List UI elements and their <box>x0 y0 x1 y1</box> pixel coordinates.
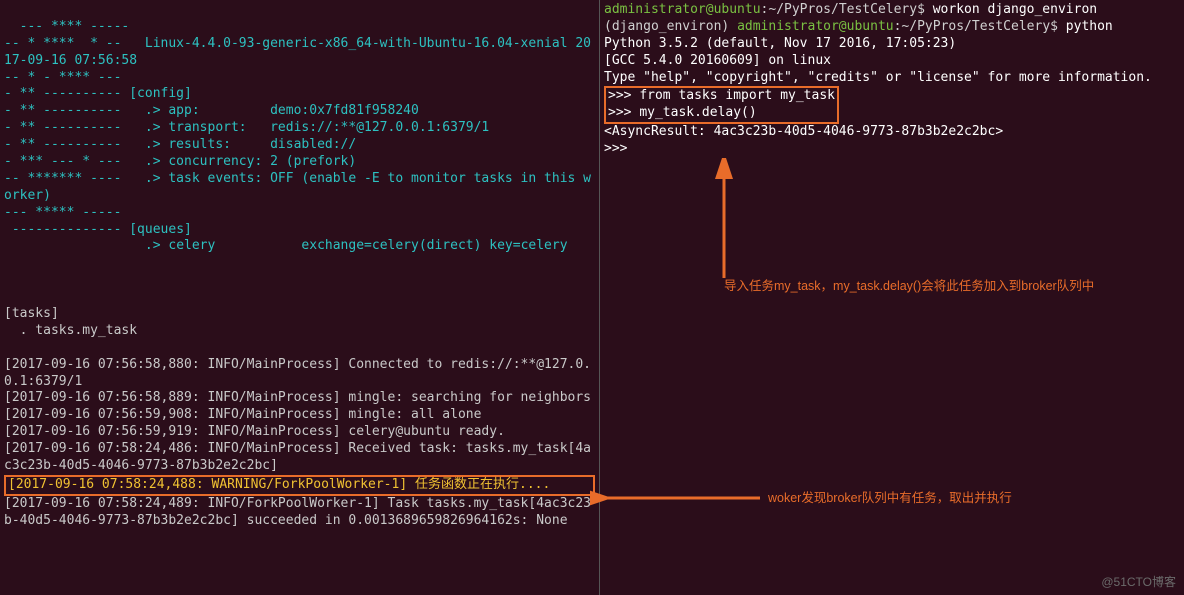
prompt-path: :~/PyPros/TestCelery$ <box>761 2 933 17</box>
log-line-received: [2017-09-16 07:58:24,486: INFO/MainProce… <box>4 441 591 473</box>
highlight-warning-box: [2017-09-16 07:58:24,488: WARNING/ForkPo… <box>4 475 595 496</box>
prompt-user: administrator@ubuntu <box>604 2 761 17</box>
watermark: @51CTO博客 <box>1101 575 1176 591</box>
cmd-workon: workon django_environ <box>933 2 1097 17</box>
log-line: [2017-09-16 07:56:59,908: INFO/MainProce… <box>4 407 481 422</box>
log-line: [2017-09-16 07:56:58,880: INFO/MainProce… <box>4 357 591 389</box>
cmd-python: python <box>1066 19 1113 34</box>
prompt-user: administrator@ubuntu <box>737 19 894 34</box>
celery-banner: --- **** ----- -- * **** * -- Linux-4.4.… <box>4 19 591 254</box>
log-line: [2017-09-16 07:56:58,889: INFO/MainProce… <box>4 390 591 405</box>
prompt-path: :~/PyPros/TestCelery$ <box>894 19 1066 34</box>
annotation-import: 导入任务my_task，my_task.delay()会将此任务加入到broke… <box>724 278 1094 294</box>
async-result: <AsyncResult: 4ac3c23b-40d5-4046-9773-87… <box>604 124 1003 139</box>
log-line-succeeded: [2017-09-16 07:58:24,489: INFO/ForkPoolW… <box>4 496 591 528</box>
venv-prefix: (django_environ) <box>604 19 737 34</box>
py-prompt: >>> <box>608 105 639 120</box>
python-version: Python 3.5.2 (default, Nov 17 2016, 17:0… <box>604 36 1152 85</box>
py-prompt: >>> <box>608 88 639 103</box>
tasks-list: . tasks.my_task <box>4 323 137 338</box>
log-line: [2017-09-16 07:56:59,919: INFO/MainProce… <box>4 424 505 439</box>
py-import-line: from tasks import my_task <box>639 88 835 103</box>
python-repl-terminal[interactable]: administrator@ubuntu:~/PyPros/TestCelery… <box>599 0 1184 595</box>
highlight-repl-box: >>> from tasks import my_task >>> my_tas… <box>604 86 839 124</box>
arrow-up-icon <box>704 158 744 288</box>
py-delay-line: my_task.delay() <box>639 105 756 120</box>
celery-worker-terminal[interactable]: --- **** ----- -- * **** * -- Linux-4.4.… <box>0 0 599 595</box>
annotation-worker: woker发现broker队列中有任务，取出并执行 <box>768 490 1012 506</box>
tasks-header: [tasks] <box>4 306 59 321</box>
py-prompt: >>> <box>604 141 627 156</box>
log-warning: [2017-09-16 07:58:24,488: WARNING/ForkPo… <box>8 477 550 492</box>
